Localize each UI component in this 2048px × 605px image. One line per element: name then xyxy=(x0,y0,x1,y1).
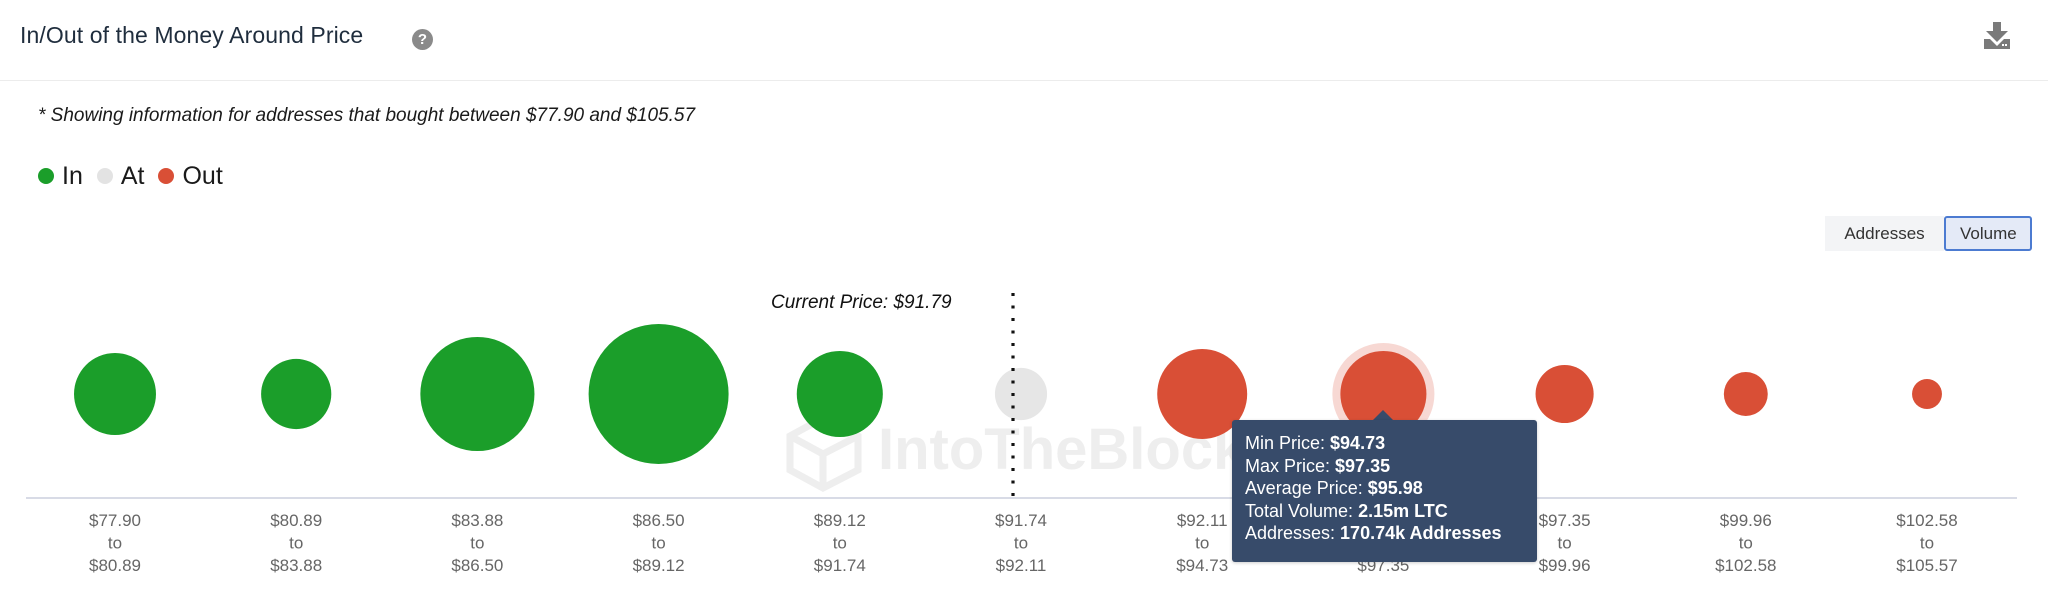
tick-label-to: $94.73 xyxy=(1176,556,1228,575)
tooltip: Min Price: $94.73 Max Price: $97.35 Aver… xyxy=(1232,420,1537,562)
tick-label-from: $89.12 xyxy=(814,511,866,530)
bubble-in[interactable] xyxy=(261,358,332,430)
tick-label-connector: to xyxy=(1920,534,1934,553)
tick-label-to: $102.58 xyxy=(1715,556,1776,575)
tooltip-min-price: Min Price: $94.73 xyxy=(1245,433,1386,453)
bubble-chart: IntoTheBlock Current Price: $91.79 $77.9… xyxy=(26,292,2017,575)
tooltip-addresses: Addresses: 170.74k Addresses xyxy=(1245,523,1502,544)
tick-label-connector: to xyxy=(108,534,122,553)
tick-label-to: $105.57 xyxy=(1896,556,1957,575)
bubble-out[interactable] xyxy=(1912,379,1942,409)
bubble-at[interactable] xyxy=(994,367,1048,421)
tick-label-connector: to xyxy=(1739,534,1753,553)
tick-label-from: $91.74 xyxy=(995,511,1047,530)
tick-label-connector: to xyxy=(652,534,666,553)
tick-label-from: $92.11 xyxy=(1177,511,1228,530)
tick-label-to: $92.11 xyxy=(996,556,1047,575)
tick-label-connector: to xyxy=(1195,534,1209,553)
tick-label-to: $83.88 xyxy=(270,556,322,575)
tick-label-from: $83.88 xyxy=(451,511,503,530)
tick-label-connector: to xyxy=(470,534,484,553)
bubble-in[interactable] xyxy=(796,350,883,438)
bubble-in[interactable] xyxy=(420,336,535,452)
tick-label-from: $77.90 xyxy=(89,511,141,530)
tick-label-to: $86.50 xyxy=(451,556,503,575)
bubble-out[interactable] xyxy=(1535,364,1594,424)
tick-label-from: $86.50 xyxy=(633,511,685,530)
tick-label-to: $99.96 xyxy=(1539,556,1591,575)
bubble-in[interactable] xyxy=(74,353,156,435)
tick-label-connector: to xyxy=(1014,534,1028,553)
tick-label-connector: to xyxy=(833,534,847,553)
tick-label-connector: to xyxy=(1558,534,1572,553)
tooltip-average-price: Average Price: $95.98 xyxy=(1245,478,1423,499)
current-price-label: Current Price: $91.79 xyxy=(771,292,952,313)
tooltip-max-price: Max Price: $97.35 xyxy=(1245,455,1391,476)
tick-label-from: $102.58 xyxy=(1896,511,1957,530)
tick-label-to: $91.74 xyxy=(814,556,866,575)
tick-label-from: $99.96 xyxy=(1720,511,1772,530)
tick-label-to: $80.89 xyxy=(89,556,141,575)
tooltip-total-volume: Total Volume: 2.15m LTC xyxy=(1245,500,1448,521)
tick-label-connector: to xyxy=(289,534,303,553)
tick-label-from: $97.35 xyxy=(1539,511,1591,530)
bubble-in[interactable] xyxy=(588,324,729,464)
tick-label-to: $89.12 xyxy=(633,556,685,575)
tooltip-arrow xyxy=(1373,410,1393,420)
tick-label-from: $80.89 xyxy=(270,511,322,530)
bubble-out[interactable] xyxy=(1723,372,1768,416)
